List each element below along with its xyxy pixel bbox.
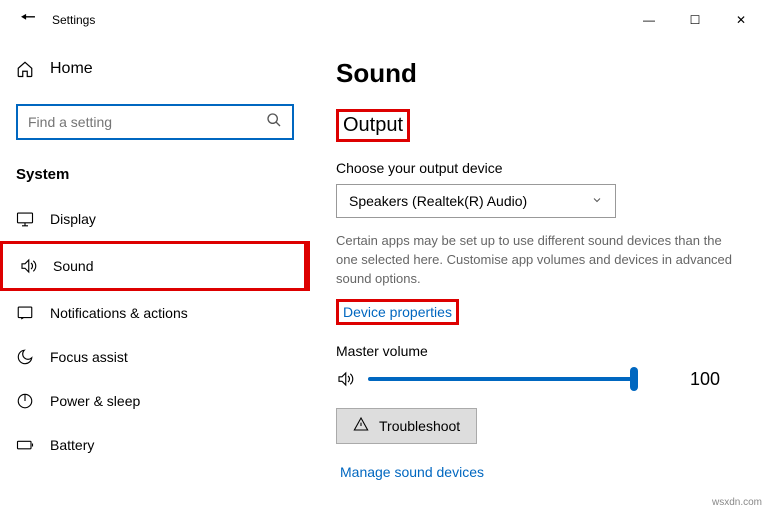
volume-value: 100 xyxy=(690,369,720,390)
search-icon xyxy=(266,112,282,133)
sidebar-category: System xyxy=(0,160,310,197)
troubleshoot-label: Troubleshoot xyxy=(379,418,460,434)
sidebar-item-notifications[interactable]: Notifications & actions xyxy=(0,291,310,335)
sound-icon xyxy=(19,257,37,275)
sidebar-item-label: Sound xyxy=(53,258,93,274)
volume-slider[interactable] xyxy=(368,377,636,381)
close-button[interactable]: ✕ xyxy=(718,4,764,36)
sidebar-item-label: Display xyxy=(50,211,96,227)
sidebar-item-label: Notifications & actions xyxy=(50,305,188,321)
page-title: Sound xyxy=(336,58,746,89)
output-device-dropdown[interactable]: Speakers (Realtek(R) Audio) xyxy=(336,184,616,218)
sidebar-item-label: Focus assist xyxy=(50,349,128,365)
arrow-left-icon: 🠔 xyxy=(20,5,36,35)
dropdown-value: Speakers (Realtek(R) Audio) xyxy=(349,193,527,209)
maximize-icon: ☐ xyxy=(690,13,701,27)
manage-sound-devices-link[interactable]: Manage sound devices xyxy=(336,462,488,482)
search-field[interactable] xyxy=(28,114,266,130)
minimize-button[interactable]: — xyxy=(626,4,672,36)
sidebar-item-label: Battery xyxy=(50,437,94,453)
power-icon xyxy=(16,392,34,410)
app-title: Settings xyxy=(52,13,95,27)
device-properties-link[interactable]: Device properties xyxy=(336,299,459,325)
choose-device-label: Choose your output device xyxy=(336,160,746,176)
watermark: wsxdn.com xyxy=(712,497,762,508)
slider-thumb[interactable] xyxy=(630,367,638,391)
sidebar-item-label: Home xyxy=(50,60,93,78)
maximize-button[interactable]: ☐ xyxy=(672,4,718,36)
warning-icon xyxy=(353,416,369,435)
sidebar-item-battery[interactable]: Battery xyxy=(0,423,310,467)
sidebar-item-focus-assist[interactable]: Focus assist xyxy=(0,335,310,379)
troubleshoot-button[interactable]: Troubleshoot xyxy=(336,408,477,444)
sidebar-item-display[interactable]: Display xyxy=(0,197,310,241)
sidebar-item-power[interactable]: Power & sleep xyxy=(0,379,310,423)
home-icon xyxy=(16,60,34,78)
display-icon xyxy=(16,210,34,228)
sidebar-item-sound[interactable]: Sound xyxy=(0,241,310,291)
sidebar: Home System Display Sound Notifications … xyxy=(0,40,310,510)
content-pane: Sound Output Choose your output device S… xyxy=(310,40,768,510)
chevron-down-icon xyxy=(591,193,603,209)
output-section-header: Output xyxy=(336,109,410,142)
notifications-icon xyxy=(16,304,34,322)
sidebar-item-home[interactable]: Home xyxy=(0,50,310,88)
minimize-icon: — xyxy=(643,13,655,27)
sidebar-item-label: Power & sleep xyxy=(50,393,140,409)
search-input[interactable] xyxy=(16,104,294,140)
focus-icon xyxy=(16,348,34,366)
battery-icon xyxy=(16,436,34,454)
back-button[interactable]: 🠔 xyxy=(12,4,44,36)
master-volume-label: Master volume xyxy=(336,343,746,359)
close-icon: ✕ xyxy=(736,13,746,27)
speaker-icon[interactable] xyxy=(336,370,354,388)
output-description: Certain apps may be set up to use differ… xyxy=(336,232,746,289)
